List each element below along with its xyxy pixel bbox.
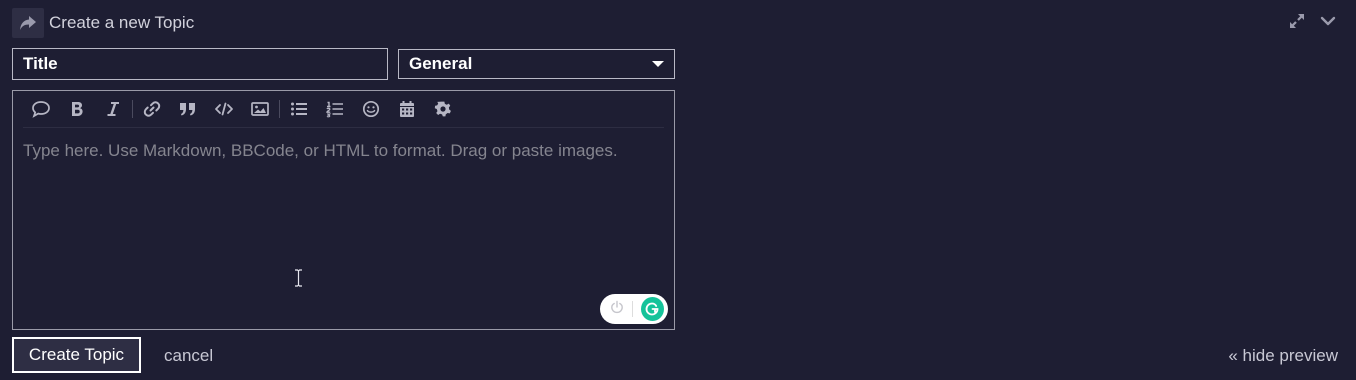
composer-header: Create a new Topic xyxy=(12,7,194,39)
reply-arrow-icon xyxy=(12,8,44,38)
caret-down-icon xyxy=(652,61,664,67)
image-icon[interactable] xyxy=(242,91,278,127)
composer-title: Create a new Topic xyxy=(49,13,195,32)
bold-icon[interactable] xyxy=(59,91,95,127)
editor[interactable]: Type here. Use Markdown, BBCode, or HTML… xyxy=(12,90,675,330)
gear-icon[interactable] xyxy=(425,91,461,127)
cancel-link[interactable]: cancel xyxy=(164,346,213,366)
speech-bubble-icon[interactable] xyxy=(23,91,59,127)
composer-controls xyxy=(1288,12,1336,30)
hide-preview-link[interactable]: « hide preview xyxy=(1228,346,1338,366)
toolbar-separator xyxy=(279,100,280,118)
grammarly-logo-icon[interactable] xyxy=(640,297,664,321)
power-icon[interactable] xyxy=(610,300,624,319)
bullet-list-icon[interactable] xyxy=(281,91,317,127)
link-icon[interactable] xyxy=(134,91,170,127)
italic-icon[interactable] xyxy=(95,91,131,127)
numbered-list-icon[interactable] xyxy=(317,91,353,127)
editor-toolbar xyxy=(23,91,664,128)
quote-icon[interactable] xyxy=(170,91,206,127)
toolbar-separator xyxy=(132,100,133,118)
expand-arrows-icon[interactable] xyxy=(1288,12,1306,30)
chevron-down-icon[interactable] xyxy=(1320,12,1336,30)
title-input[interactable] xyxy=(12,48,388,80)
text-cursor-icon xyxy=(295,269,302,287)
grammarly-divider xyxy=(632,301,633,317)
create-topic-button[interactable]: Create Topic xyxy=(12,337,141,373)
editor-textarea[interactable]: Type here. Use Markdown, BBCode, or HTML… xyxy=(23,141,663,261)
emoji-icon[interactable] xyxy=(353,91,389,127)
calendar-icon[interactable] xyxy=(389,91,425,127)
category-select[interactable]: General xyxy=(398,49,675,79)
code-icon[interactable] xyxy=(206,91,242,127)
category-selected: General xyxy=(409,54,473,73)
grammarly-widget[interactable] xyxy=(600,294,668,324)
